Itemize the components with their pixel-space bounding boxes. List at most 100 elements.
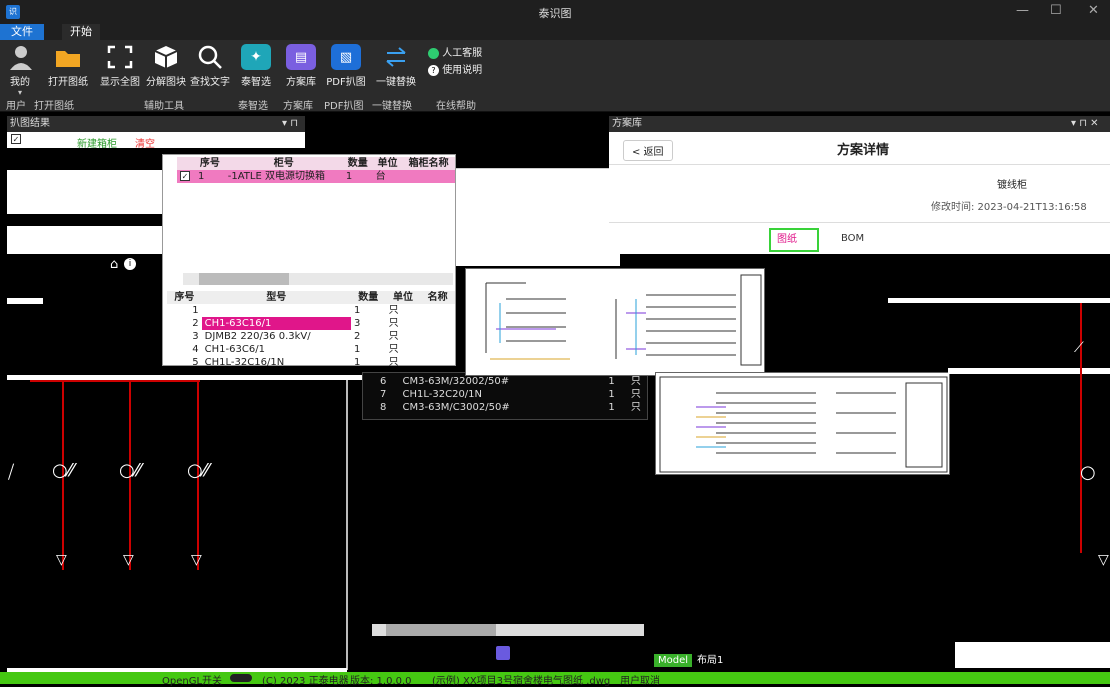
scheme-panel-header: 方案库 ▾ ⊓ ✕	[609, 116, 1110, 132]
find-text-button[interactable]: 查找文字	[188, 44, 232, 88]
scheme-lib-button[interactable]: ▤ 方案库	[282, 44, 320, 88]
col-header: 数量	[358, 291, 379, 303]
app-mini-icon[interactable]	[496, 646, 510, 660]
tab-layout1[interactable]: 布局1	[697, 654, 723, 667]
open-label: 打开图纸	[48, 77, 88, 88]
status-message: 用户取消	[620, 676, 660, 687]
chevron-down-icon: ▾	[17, 88, 22, 97]
window-title: 泰识图	[538, 7, 572, 20]
home-icon[interactable]: ⌂	[110, 257, 118, 272]
table-row[interactable]: 4 CH1-63C6/1 1 只	[167, 343, 455, 356]
table-row[interactable]: 3 DJMB2 220/36 0.3kV/2 只	[167, 330, 455, 343]
folder-icon	[53, 44, 83, 70]
tab-file[interactable]: 文件	[0, 24, 44, 40]
group-pdf: PDF扒图	[324, 101, 364, 112]
row-unit: 台	[375, 170, 386, 182]
select-all-checkbox[interactable]: ✓	[11, 134, 21, 144]
pdf-label: PDF扒图	[326, 77, 366, 88]
cabinet-dialog: 序号 柜号 数量 单位 箱柜名称 ✓ 1 -1ATLE 双电源切换箱 1 台 序…	[162, 154, 456, 369]
tab-start[interactable]: 开始	[62, 24, 100, 40]
cabinet-table: 序号 柜号 数量 单位 箱柜名称 ✓ 1 -1ATLE 双电源切换箱 1 台	[177, 157, 455, 183]
row-name: -1ATLE 双电源切换箱	[227, 170, 325, 182]
human-service-label: 人工客服	[442, 48, 483, 59]
copyright-text: (C) 2023 正泰电器	[262, 676, 349, 687]
back-button[interactable]: < 返回	[623, 140, 673, 161]
opengl-toggle[interactable]	[230, 674, 252, 682]
table-row[interactable]: 7 CH1L-32C20/1N 1 只	[377, 388, 657, 401]
open-drawing-button[interactable]: 打开图纸	[44, 44, 92, 88]
group-replace: 一键替换	[372, 101, 412, 112]
col-header: 单位	[392, 291, 413, 303]
close-button[interactable]: ✕	[1088, 3, 1099, 18]
chat-icon	[428, 47, 439, 59]
scheme-panel-controls[interactable]: ▾ ⊓ ✕	[1071, 116, 1099, 132]
drawing-fragment	[455, 168, 620, 266]
scheme-panel-title: 方案库	[612, 118, 642, 129]
pin-icon[interactable]: ▾ ⊓	[282, 116, 298, 132]
col-header: 型号	[266, 291, 287, 303]
parts-table: 序号 型号 数量 单位 名称 11只 2 CH1-63C16/1 3 只 3 DJMB2…	[167, 291, 455, 369]
table-row[interactable]: 8 CM3-63M/C3002/50# 1 只	[377, 401, 657, 414]
drawing-thumbnail[interactable]	[465, 268, 765, 376]
row-checkbox[interactable]: ✓	[177, 170, 195, 183]
me-button[interactable]: 我的 ▾	[6, 44, 34, 97]
smart-select-button[interactable]: ✦ 泰智选	[236, 44, 276, 88]
col-header: 序号	[199, 157, 220, 169]
left-panel-title: 扒图结果	[10, 118, 50, 129]
col-header: 柜号	[273, 157, 294, 169]
tab-drawing[interactable]: 图纸	[769, 228, 819, 252]
minimize-button[interactable]: —	[1016, 3, 1029, 18]
new-cabinet-button[interactable]: 新建箱柜	[77, 135, 117, 150]
group-scheme: 方案库	[283, 101, 313, 112]
col-header: 序号	[174, 291, 195, 303]
clear-button[interactable]: 清空	[135, 135, 155, 150]
status-bar: OpenGL开关 (C) 2023 正泰电器 版本: 1.0.0.0 (示例) …	[0, 672, 1110, 687]
scheme-detail-title: 方案详情	[837, 143, 890, 158]
me-label: 我的	[10, 77, 30, 88]
help-button[interactable]: ? 使用说明	[428, 61, 482, 76]
search-icon	[195, 44, 225, 70]
table-row[interactable]: 2 CH1-63C16/1 3 只	[167, 317, 455, 330]
col-header: 单位	[377, 157, 398, 169]
user-avatar-icon	[6, 44, 36, 70]
opengl-label: OpenGL开关	[162, 676, 223, 687]
table-row[interactable]: 5 CH1L-32C16/1N 1 只	[167, 356, 455, 369]
drawing-thumbnail-2[interactable]	[655, 372, 950, 475]
swap-arrows-icon	[381, 44, 411, 70]
explode-label: 分解图块	[146, 77, 186, 88]
tab-model[interactable]: Model	[654, 654, 693, 667]
help-label: 使用说明	[442, 65, 483, 76]
show-all-label: 显示全图	[100, 77, 140, 88]
pdf-image-icon: ▧	[331, 44, 361, 70]
tab-bom[interactable]: BOM	[841, 233, 864, 244]
smart-select-icon: ✦	[241, 44, 271, 70]
info-icon[interactable]: i	[124, 258, 136, 270]
col-header: 名称	[427, 291, 448, 303]
table-row[interactable]: ✓ 1 -1ATLE 双电源切换箱 1 台	[177, 170, 455, 183]
group-aux: 辅助工具	[144, 101, 184, 112]
drawing-fragment	[7, 170, 162, 214]
cube-icon	[151, 44, 181, 70]
pdf-extract-button[interactable]: ▧ PDF扒图	[324, 44, 368, 88]
one-click-replace-button[interactable]: 一键替换	[374, 44, 418, 88]
book-icon: ▤	[286, 44, 316, 70]
drawing-fragment	[7, 226, 162, 254]
maximize-button[interactable]: ☐	[1050, 3, 1062, 18]
parts-table-lower: 6 CM3-63M/32002/50# 1 只 7 CH1L-32C20/1N 1 只 8C…	[362, 372, 648, 420]
lower-horizontal-scrollbar[interactable]	[372, 624, 644, 636]
left-panel-toolbar: ✓ 新建箱柜 清空	[7, 132, 305, 150]
row-no: 1	[198, 170, 205, 182]
title-bar: 识 泰识图 — ☐ ✕	[0, 0, 1110, 24]
explode-block-button[interactable]: 分解图块	[144, 44, 188, 88]
col-header: 箱柜名称	[408, 157, 449, 169]
question-icon: ?	[428, 64, 439, 76]
group-smart: 泰智选	[238, 101, 268, 112]
show-all-button[interactable]: 显示全图	[98, 44, 142, 88]
human-service-button[interactable]: 人工客服	[428, 44, 482, 59]
horizontal-scrollbar[interactable]	[183, 273, 453, 285]
scheme-lib-label: 方案库	[286, 77, 316, 88]
file-name-text: (示例) XX项目3号宿舍楼电气图纸 .dwg	[432, 676, 611, 687]
group-open: 打开图纸	[34, 101, 74, 112]
scheme-detail-panel: < 返回 方案详情 镀线柜 修改时间: 2023-04-21T13:16:58 …	[609, 132, 1110, 254]
table-row[interactable]: 11只	[167, 304, 455, 317]
